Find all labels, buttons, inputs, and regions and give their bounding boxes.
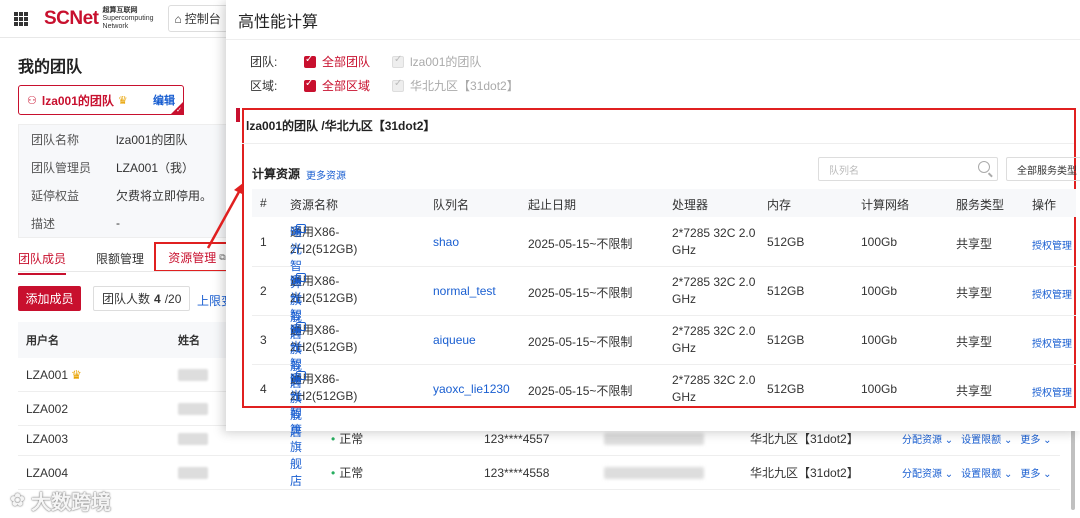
phone: 123****4557	[484, 431, 550, 446]
scrollbar[interactable]	[1071, 430, 1075, 510]
email-redacted	[604, 432, 704, 445]
tabs-divider	[18, 271, 228, 272]
check-icon: ✓	[176, 107, 182, 114]
team-card[interactable]: ⚇ lza001的团队 ♛ 编辑 ✓	[18, 85, 184, 115]
region: 华北九区【31dot2】	[750, 466, 859, 480]
watermark-text: 大数跨境	[31, 490, 112, 514]
table-row: LZA004 • 正常 123****4558 华北九区【31dot2】 分配资源…	[18, 456, 1060, 490]
team-icon: ⚇	[27, 94, 37, 107]
phone: 123****4558	[484, 465, 550, 480]
row-actions: 分配资源 ⌄ 设置限额 ⌄ 更多 ⌄	[902, 465, 1052, 480]
more-resources-link[interactable]: 更多资源	[306, 167, 346, 182]
set-limit-link[interactable]: 设置限额 ⌄	[961, 431, 1012, 446]
filter-region-label: 区域:	[250, 79, 278, 93]
queue-link[interactable]: yaoxc_lie1230	[433, 382, 510, 396]
panel-title: 高性能计算	[238, 14, 319, 31]
watermark: ✿ 大数跨境	[10, 486, 111, 515]
checkbox-all-regions[interactable]	[304, 78, 316, 92]
home-icon: ⌂	[174, 11, 182, 26]
alloc-resource-link[interactable]: 分配资源 ⌄	[902, 465, 953, 480]
chat-icon	[296, 273, 306, 282]
app-grid-icon[interactable]	[14, 11, 28, 26]
logo-text: SCNet	[44, 7, 99, 29]
page-title: 我的团队	[18, 59, 83, 76]
scope-title: lza001的团队 /华北九区【31dot2】	[246, 119, 436, 133]
team-card-name: lza001的团队	[41, 93, 114, 108]
hpc-panel: 高性能计算 团队: 全部团队 lza001的团队 区域: 全部区域 华北九区【3…	[226, 0, 1080, 488]
status-text: • 正常	[331, 432, 364, 446]
name-redacted	[178, 466, 208, 479]
set-limit-link[interactable]: 设置限额 ⌄	[961, 465, 1012, 480]
alloc-resource-link[interactable]: 分配资源 ⌄	[902, 431, 953, 446]
scope-accent-bar	[236, 108, 240, 122]
queue-link[interactable]: aiqueue	[433, 333, 476, 347]
name-redacted	[178, 402, 208, 415]
service-type-select[interactable]: 全部服务类型	[1006, 157, 1080, 181]
scnet-logo[interactable]: SCNet 超算互联网 Supercomputing Network	[44, 7, 154, 31]
crown-icon: ♛	[71, 367, 82, 382]
status-text: • 正常	[331, 466, 364, 480]
auth-manage-link[interactable]: 授权管理	[1032, 237, 1072, 252]
table-row: 2 通用X86-2H2(512GB) 曙光智算旗舰店 › normal_test …	[252, 267, 1076, 390]
panel-divider	[226, 39, 1080, 40]
checkbox-region-option	[392, 78, 405, 92]
member-count: 团队人数 4 /20	[93, 286, 191, 311]
checkbox-all-teams[interactable]	[304, 54, 316, 68]
table-row: 1 通用X86-2H2(512GB) 曙光智算旗舰店 › shao 2025-05…	[252, 218, 1076, 341]
table-row: 4 通用X86-2H2(512GB) 曙光智算旗舰店 › yaoxc_lie123…	[260, 371, 1072, 488]
auth-manage-link[interactable]: 授权管理	[1032, 286, 1072, 301]
team-info: 团队名称 lza001的团队 团队管理员 LZA001（我） 延停权益 欠费将立…	[18, 124, 228, 238]
search-icon	[978, 161, 990, 173]
scope-divider	[242, 143, 1074, 144]
resource-table-header: # 资源名称 队列名 起止日期 处理器 内存 计算网络 服务类型 操作	[252, 189, 1076, 217]
watermark-logo-icon: ✿	[10, 490, 26, 511]
info-row-team-name: 团队名称 lza001的团队	[31, 132, 188, 147]
info-row-suspension: 延停权益 欠费将立即停用。	[31, 188, 213, 203]
chat-icon	[296, 371, 306, 380]
table-row: 3 通用X86-2H2(512GB) 曙光智算旗舰店 › aiqueue 2025…	[252, 316, 1076, 439]
name-redacted	[178, 368, 208, 381]
checkbox-team-option	[392, 54, 405, 68]
chat-icon	[296, 322, 306, 331]
region: 华北九区【31dot2】	[750, 432, 859, 446]
queue-link[interactable]: shao	[433, 235, 459, 249]
team-option-label: lza001的团队	[410, 55, 482, 69]
resources-heading: 计算资源	[252, 167, 301, 181]
filter-team-label: 团队:	[250, 55, 278, 69]
tab-resources-label: 资源管理	[168, 250, 217, 265]
filter-team: 团队: 全部团队 lza001的团队	[250, 53, 481, 70]
add-member-button[interactable]: 添加成员	[18, 286, 81, 311]
filter-region: 区域: 全部区域 华北九区【31dot2】	[250, 77, 519, 94]
all-teams-label[interactable]: 全部团队	[322, 53, 370, 70]
external-link-icon: ⧉	[219, 251, 226, 262]
info-row-admin: 团队管理员 LZA001（我）	[31, 160, 195, 175]
name-redacted	[178, 432, 208, 445]
crown-icon: ♛	[117, 94, 128, 107]
chat-icon	[296, 224, 306, 233]
console-label: 控制台	[184, 12, 221, 26]
email-redacted	[604, 466, 704, 479]
logo-subtitle: 超算互联网 Supercomputing Network	[102, 6, 154, 30]
console-link[interactable]: ⌂ 控制台	[167, 5, 228, 32]
all-regions-label[interactable]: 全部区域	[322, 77, 370, 94]
queue-search-input[interactable]: 队列名	[818, 157, 998, 181]
auth-manage-link[interactable]: 授权管理	[1032, 384, 1072, 399]
more-link[interactable]: 更多 ⌄	[1020, 465, 1051, 480]
info-row-description: 描述 -	[31, 216, 120, 231]
row-actions: 分配资源 ⌄ 设置限额 ⌄ 更多 ⌄	[902, 431, 1052, 446]
auth-manage-link[interactable]: 授权管理	[1032, 335, 1072, 350]
more-link[interactable]: 更多 ⌄	[1020, 431, 1051, 446]
queue-link[interactable]: normal_test	[433, 284, 496, 298]
region-option-label: 华北九区【31dot2】	[410, 79, 519, 93]
